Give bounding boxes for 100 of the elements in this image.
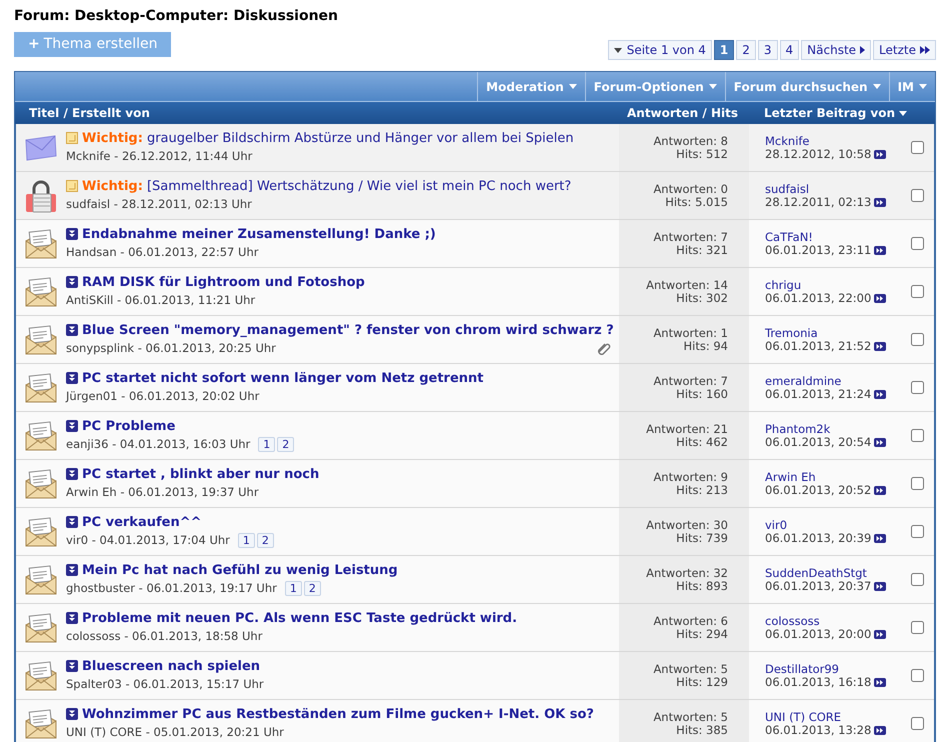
thread-title-link[interactable]: RAM DISK für Lightroom und Fotoshop (82, 274, 365, 291)
last-poster-link[interactable]: SuddenDeathStgt (765, 566, 901, 580)
last-poster-link[interactable]: colossoss (765, 614, 901, 628)
go-to-last-post-icon[interactable] (874, 726, 886, 734)
first-unread-icon[interactable] (66, 516, 78, 528)
go-to-last-post-icon[interactable] (874, 246, 886, 254)
page-summary-dropdown[interactable]: Seite 1 von 4 (608, 40, 712, 60)
reply-count: Antworten: 8 (653, 134, 728, 148)
page-link[interactable]: 1 (284, 581, 302, 596)
thread-title-link[interactable]: PC startet nicht sofort wenn länger vom Netz getrennt (82, 370, 484, 387)
page-button[interactable]: 2 (736, 40, 756, 60)
page-link[interactable]: 2 (277, 437, 294, 452)
first-unread-icon[interactable] (66, 708, 78, 720)
thread-title-link[interactable]: Blue Screen "memory_management" ? fenster von chrom wird schwarz ? (82, 322, 614, 339)
go-to-last-post-icon[interactable] (874, 678, 886, 686)
go-to-last-post-icon[interactable] (874, 390, 886, 398)
next-page-button[interactable]: Nächste (801, 40, 872, 60)
last-poster-link[interactable]: UNI (T) CORE (765, 710, 901, 724)
thread-checkbox[interactable] (911, 333, 924, 346)
last-poster-link[interactable]: sudfaisl (765, 182, 901, 196)
thread-checkbox[interactable] (911, 669, 924, 682)
last-poster-link[interactable]: Tremonia (765, 326, 901, 340)
first-unread-icon[interactable] (66, 276, 78, 288)
thread-title-link[interactable]: Probleme mit neuen PC. Als wenn ESC Taste gedrückt wird. (82, 610, 518, 627)
thread-checkbox[interactable] (911, 621, 924, 634)
thread-title-link[interactable]: Wohnzimmer PC aus Restbeständen zum Filme gucken+ I-Net. OK so? (82, 706, 594, 723)
first-unread-icon[interactable] (66, 564, 78, 576)
go-to-last-post-icon[interactable] (874, 294, 886, 302)
thread-checkbox[interactable] (911, 237, 924, 250)
first-unread-icon[interactable] (66, 228, 78, 240)
thread-checkbox[interactable] (911, 285, 924, 298)
thread-title-link[interactable]: Bluescreen nach spielen (82, 658, 260, 675)
page-link[interactable]: 2 (304, 581, 321, 596)
envelope-with-letter-icon (25, 612, 57, 642)
first-unread-icon[interactable] (66, 612, 78, 624)
last-post-date: 06.01.2013, 22:00 (765, 292, 872, 304)
hit-count: Hits: 385 (676, 724, 728, 736)
last-post-date: 28.12.2011, 02:13 (765, 196, 872, 208)
envelope-with-letter-icon (25, 276, 57, 306)
go-to-last-post-icon[interactable] (874, 630, 886, 638)
thread-title-link[interactable]: graugelber Bildschirm Abstürze und Hänger vor allem bei Spielen (146, 130, 574, 147)
go-to-last-post-icon[interactable] (874, 486, 886, 494)
thread-checkbox[interactable] (911, 381, 924, 394)
thread-checkbox[interactable] (911, 429, 924, 442)
thread-byline: Jürgen01 - 06.01.2013, 20:02 Uhr (66, 388, 260, 405)
page-link[interactable]: 2 (256, 533, 274, 548)
last-poster-link[interactable]: Phantom2k (765, 422, 901, 436)
go-to-last-post-icon[interactable] (874, 534, 886, 542)
hit-count: Hits: 462 (676, 436, 728, 448)
page-button[interactable]: 1 (714, 40, 734, 60)
thread-byline: vir0 - 04.01.2013, 17:04 Uhr (66, 532, 230, 549)
thread-title-link[interactable]: Mein Pc hat nach Gefühl zu wenig Leistung (82, 562, 398, 579)
thread-title-link[interactable]: PC startet , blinkt aber nur noch (82, 466, 320, 483)
last-poster-link[interactable]: chrigu (765, 278, 901, 292)
go-to-last-post-icon[interactable] (874, 198, 886, 206)
last-poster-link[interactable]: CaTFaN! (765, 230, 901, 244)
thread-checkbox[interactable] (911, 525, 924, 538)
first-unread-icon[interactable] (66, 372, 78, 384)
column-header[interactable]: Antworten / Hits (620, 104, 750, 122)
column-header[interactable]: Titel / Erstellt von (15, 104, 620, 122)
thread-title-link[interactable]: PC Probleme (82, 418, 176, 435)
caret-icon (919, 84, 927, 89)
column-header[interactable]: Letzter Beitrag von (750, 104, 935, 122)
thread-title-link[interactable]: PC verkaufen^^ (82, 514, 202, 531)
hit-count: Hits: 302 (676, 292, 728, 304)
last-post-date: 06.01.2013, 21:52 (765, 340, 872, 352)
caret-icon (872, 84, 881, 89)
last-poster-link[interactable]: Arwin Eh (765, 470, 901, 484)
page-button[interactable]: 4 (780, 40, 800, 60)
hit-count: Hits: 321 (676, 244, 728, 256)
last-poster-link[interactable]: Mcknife (765, 134, 901, 148)
first-unread-icon[interactable] (66, 660, 78, 672)
thread-checkbox[interactable] (911, 573, 924, 586)
thread-checkbox[interactable] (911, 717, 924, 730)
first-unread-icon[interactable] (66, 468, 78, 480)
last-poster-link[interactable]: Destillator99 (765, 662, 901, 676)
last-page-button[interactable]: Letzte (873, 40, 936, 60)
go-to-last-post-icon[interactable] (874, 150, 886, 158)
last-post-date: 06.01.2013, 23:11 (765, 244, 872, 256)
go-to-last-post-icon[interactable] (874, 582, 886, 590)
reply-count: Antworten: 0 (653, 182, 728, 196)
thread-title-link[interactable]: Endabnahme meiner Zusamenstellung! Danke ;) (82, 226, 436, 243)
hit-count: Hits: 160 (676, 388, 728, 400)
thread-title-link[interactable]: [Sammelthread] Wertschätzung / Wie viel ist mein PC noch wert? (146, 178, 572, 195)
first-unread-icon[interactable] (66, 324, 78, 336)
page-link[interactable]: 1 (258, 437, 276, 452)
first-unread-icon[interactable] (66, 420, 78, 432)
thread-checkbox[interactable] (911, 477, 924, 490)
go-to-last-post-icon[interactable] (874, 342, 886, 350)
lock-icon (25, 178, 57, 212)
thread-checkbox[interactable] (911, 141, 924, 154)
page-link[interactable]: 1 (238, 533, 255, 548)
last-poster-link[interactable]: vir0 (765, 518, 901, 532)
hit-count: Hits: 294 (676, 628, 728, 640)
go-to-last-post-icon[interactable] (874, 438, 886, 446)
thread-checkbox[interactable] (911, 189, 924, 202)
last-poster-link[interactable]: emeraldmine (765, 374, 901, 388)
page-button[interactable]: 3 (758, 40, 778, 60)
reply-count: Antworten: 7 (653, 374, 728, 388)
thread-byline: ghostbuster - 06.01.2013, 19:17 Uhr (66, 580, 277, 597)
